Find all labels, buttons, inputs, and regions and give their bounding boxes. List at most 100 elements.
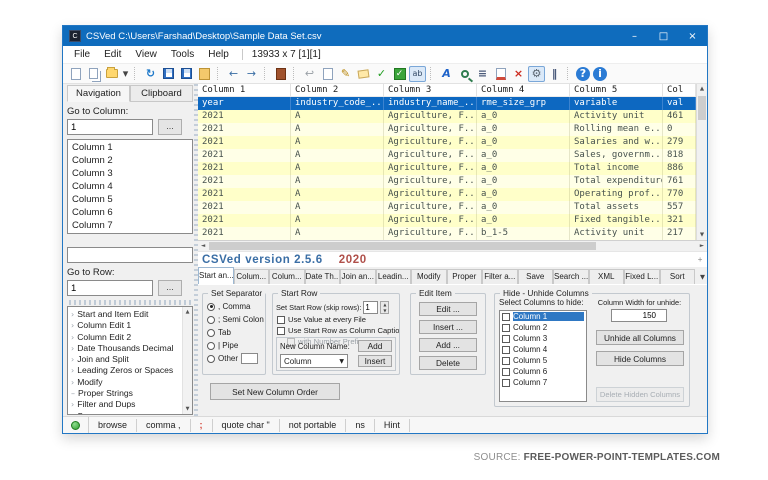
tab-clipboard[interactable]: Clipboard [130,85,193,102]
grid-cell[interactable]: a_0 [477,123,570,136]
grid-cell[interactable]: 2021 [198,214,291,227]
grid-data-row[interactable]: 2021AAgriculture, F...b_1-5Activity unit… [198,227,696,240]
recent-file-icon[interactable] [196,66,213,82]
grid-cell[interactable]: industry_code_... [291,97,384,110]
grid-cell[interactable]: 2021 [198,227,291,240]
grid-cell[interactable]: 2021 [198,123,291,136]
list-item-column-7[interactable]: Column 7 [68,219,192,232]
copy-file-icon[interactable] [85,66,102,82]
list-item-column-6[interactable]: Column 6 [68,206,192,219]
grid-cell[interactable]: Agriculture, F... [384,188,477,201]
separator-option-semi-colon[interactable]: ; Semi Colon [203,313,265,326]
minimize-button[interactable]: – [620,26,649,46]
tree-item-leading-zeros-or-spaces[interactable]: ›Leading Zeros or Spaces [71,365,181,376]
rename-tag-icon[interactable] [355,66,372,82]
tab-start-an[interactable]: Start an... [198,267,234,284]
menu-view[interactable]: View [128,49,164,60]
tree-item-column-edit-1[interactable]: ›Column Edit 1 [71,320,181,331]
rows-icon[interactable]: ≡ [474,66,491,82]
tab-overflow-caret[interactable]: ▼ [700,273,705,281]
grid-cell[interactable]: Activity unit [570,110,663,123]
delete-column-icon[interactable]: × [510,66,527,82]
hide-list-item-column-1[interactable]: Column 1 [500,311,586,322]
tab-filter-a[interactable]: Filter a... [482,269,518,284]
grid-cell[interactable]: 217 [663,227,696,240]
grid-vertical-scrollbar[interactable]: ▲ ▼ [696,84,707,240]
grid-data-row[interactable]: 2021AAgriculture, F...a_0Total assets557 [198,201,696,214]
grid-data-row[interactable]: 2021AAgriculture, F...a_0Fixed tangible.… [198,214,696,227]
close-button[interactable]: × [678,26,707,46]
grid-cell[interactable]: 461 [663,110,696,123]
radio-button[interactable] [207,303,215,311]
goto-row-browse-button[interactable]: ... [158,280,182,296]
list-item-column-5[interactable]: Column 5 [68,193,192,206]
hide-columns-list[interactable]: Column 1Column 2Column 3Column 4Column 5… [499,310,587,402]
separator-option-comma[interactable]: , Comma [203,300,265,313]
menu-help[interactable]: Help [201,49,236,60]
grid-cell[interactable]: 0 [663,123,696,136]
split-view-icon[interactable]: ‖ [546,66,563,82]
grid-data-row[interactable]: 2021AAgriculture, F...a_0Total expenditu… [198,175,696,188]
tab-xml[interactable]: XML [589,269,625,284]
delete-button[interactable]: Delete [419,356,477,370]
grid-cell[interactable]: Total income [570,162,663,175]
grid-cell[interactable]: Agriculture, F... [384,123,477,136]
hide-list-item-column-6[interactable]: Column 6 [500,366,586,377]
grid-header-cell[interactable]: Column 4 [477,84,570,97]
grid-data-row[interactable]: 2021AAgriculture, F...a_0Total income886 [198,162,696,175]
help-icon[interactable]: ? [576,67,590,81]
grid-cell[interactable]: 818 [663,149,696,162]
save-icon[interactable] [160,66,177,82]
add-column-button[interactable]: Add [358,340,392,352]
tab-colum[interactable]: Colum... [269,269,305,284]
insert-column-button[interactable]: Insert [358,355,392,367]
radio-button[interactable] [207,342,215,350]
grid-cell[interactable]: rme_size_grp [477,97,570,110]
grid-cell[interactable]: A [291,136,384,149]
tree-scrollbar[interactable]: ▲▼ [182,307,192,414]
tree-item-column-edit-2[interactable]: ›Column Edit 2 [71,332,181,343]
cell-edit-toggle-icon[interactable]: ab [409,66,426,82]
new-column-combobox[interactable]: Column▼ [280,354,348,368]
search-icon[interactable] [456,66,473,82]
new-file-icon[interactable] [67,66,84,82]
column-filter-input[interactable] [67,247,193,263]
settings-gear-icon[interactable]: ⚙ [528,66,545,82]
grid-cell[interactable]: year [198,97,291,110]
grid-cell[interactable]: b_1-5 [477,227,570,240]
checkbox[interactable] [502,324,510,332]
separator-option-pipe[interactable]: | Pipe [203,339,265,352]
exit-book-icon[interactable] [272,66,289,82]
menu-tools[interactable]: Tools [164,49,201,60]
scroll-right-icon[interactable]: ► [700,243,704,249]
grid-cell[interactable]: Salaries and w... [570,136,663,149]
tree-item-date-thousands-decimal[interactable]: ›Date Thousands Decimal [71,343,181,354]
grid-header-cell[interactable]: Column 5 [570,84,663,97]
grid-cell[interactable]: variable [570,97,663,110]
grid-cell[interactable]: 770 [663,188,696,201]
grid-cell[interactable]: Agriculture, F... [384,149,477,162]
radio-button[interactable] [207,329,215,337]
list-item-column-2[interactable]: Column 2 [68,154,192,167]
grid-cell[interactable]: 886 [663,162,696,175]
grid-cell[interactable]: A [291,227,384,240]
grid-cell[interactable]: A [291,175,384,188]
separator-option-other[interactable]: Other [203,352,265,365]
tree-item-save[interactable]: ›Save [71,411,181,415]
checkbox[interactable] [502,313,510,321]
grid-cell[interactable]: A [291,149,384,162]
tree-item-start-and-item-edit[interactable]: ›Start and Item Edit [71,309,181,320]
open-folder-icon[interactable] [103,66,120,82]
tab-proper[interactable]: Proper [447,269,483,284]
grid-cell[interactable]: 761 [663,175,696,188]
edit-button[interactable]: Edit ... [419,302,477,316]
list-item-column-1[interactable]: Column 1 [68,141,192,154]
grid-data-row[interactable]: 2021AAgriculture, F...a_0Activity unit46… [198,110,696,123]
grid-cell[interactable]: Agriculture, F... [384,214,477,227]
tab-date-th[interactable]: Date Th... [305,269,341,284]
save-as-icon[interactable] [178,66,195,82]
checkbox[interactable] [502,379,510,387]
grid-cell[interactable]: Sales, governm... [570,149,663,162]
hide-list-item-column-5[interactable]: Column 5 [500,355,586,366]
grid-cell[interactable]: 321 [663,214,696,227]
